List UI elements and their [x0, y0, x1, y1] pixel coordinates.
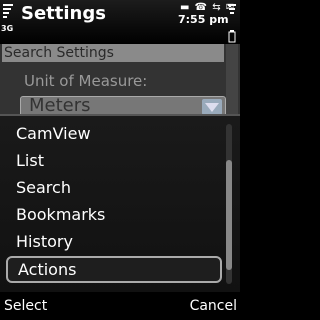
- options-menu: CamView List Search Bookmarks History Ac…: [0, 114, 240, 292]
- unit-of-measure-value: Meters: [29, 96, 91, 116]
- chevron-down-icon: [202, 99, 222, 115]
- select-softkey[interactable]: Select: [4, 298, 47, 314]
- battery-icon: [228, 4, 236, 43]
- menu-item-camview[interactable]: CamView: [0, 120, 222, 147]
- menu-scrollbar-thumb[interactable]: [226, 160, 232, 270]
- menu-item-search[interactable]: Search: [0, 174, 222, 201]
- background-scrollbar: [226, 44, 238, 114]
- clock: 7:55 pm: [178, 13, 229, 26]
- cancel-softkey[interactable]: Cancel: [190, 298, 237, 314]
- search-settings-field: Search Settings: [2, 44, 224, 62]
- menu-item-actions[interactable]: Actions: [6, 256, 222, 283]
- signal-strength-icon: [3, 4, 13, 18]
- network-indicator: 3G: [1, 24, 14, 33]
- menu-item-bookmarks[interactable]: Bookmarks: [0, 201, 222, 228]
- menu-item-history[interactable]: History: [0, 228, 222, 255]
- menu-item-list[interactable]: List: [0, 147, 222, 174]
- softkey-bar: Select Cancel: [0, 292, 240, 320]
- status-bar: 3G Settings ▬ ☎ ⇆ ✉ 7:55 pm: [0, 0, 240, 44]
- page-title: Settings: [21, 3, 106, 24]
- unit-of-measure-label: Unit of Measure:: [24, 72, 148, 90]
